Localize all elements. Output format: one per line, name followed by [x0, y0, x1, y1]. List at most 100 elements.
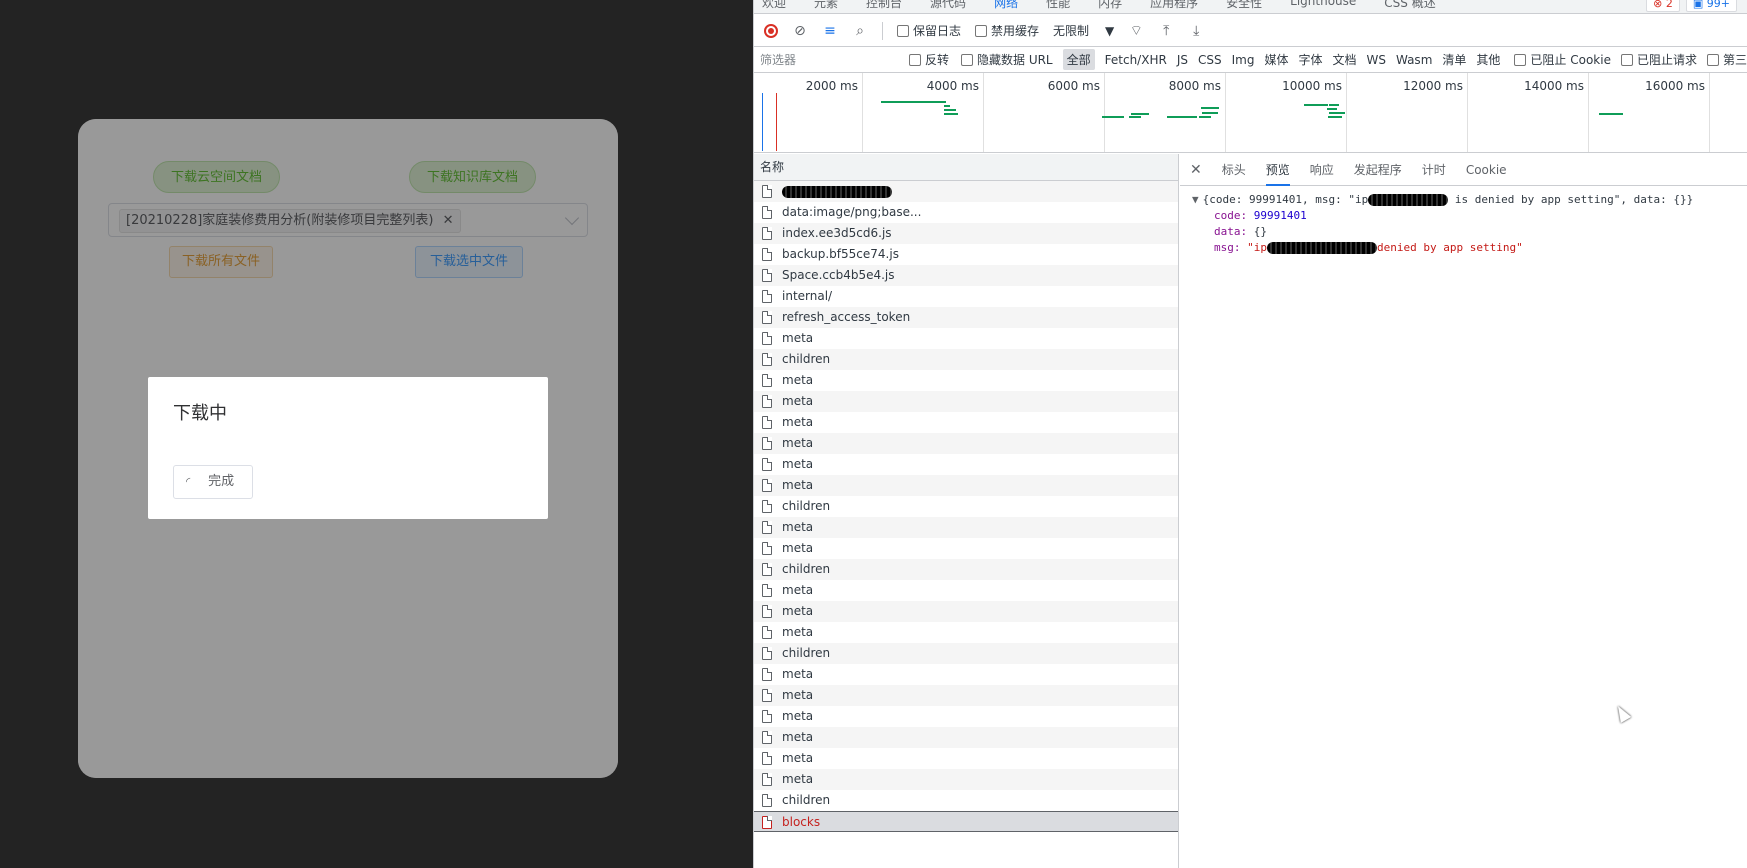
request-rows: data:image/png;base... index.ee3d5cd6.js b…	[754, 181, 1178, 832]
devtools-tab[interactable]: 应用程序	[1150, 0, 1198, 11]
preserve-log-checkbox[interactable]: 保留日志	[897, 22, 961, 39]
detail-tab[interactable]: 标头	[1222, 161, 1246, 178]
request-row[interactable]: children	[754, 559, 1178, 580]
request-row[interactable]: index.ee3d5cd6.js	[754, 223, 1178, 244]
request-row[interactable]: meta	[754, 727, 1178, 748]
filter-type[interactable]: 媒体	[1264, 51, 1288, 68]
request-row[interactable]: blocks	[754, 811, 1178, 832]
request-row[interactable]: meta	[754, 538, 1178, 559]
request-row[interactable]: meta	[754, 769, 1178, 790]
file-icon	[762, 584, 772, 597]
request-row[interactable]: children	[754, 349, 1178, 370]
timeline-request-bar	[1327, 108, 1337, 110]
filter-type[interactable]: Fetch/XHR	[1105, 53, 1167, 67]
close-icon[interactable]: ✕	[1190, 162, 1202, 178]
request-row[interactable]: meta	[754, 601, 1178, 622]
export-har-icon[interactable]: ⤓	[1188, 23, 1204, 39]
request-row[interactable]: backup.bf55ce74.js	[754, 244, 1178, 265]
toolbar-divider	[882, 21, 883, 40]
import-har-icon[interactable]: ⤒	[1158, 23, 1174, 39]
preview-summary-row[interactable]: ▼ {code: 99991401, msg: "ip is denied by …	[1192, 192, 1736, 208]
devtools-tab[interactable]: 安全性	[1226, 0, 1262, 11]
request-row[interactable]: meta	[754, 370, 1178, 391]
request-row[interactable]: Space.ccb4b5e4.js	[754, 265, 1178, 286]
request-row[interactable]: internal/	[754, 286, 1178, 307]
request-name: meta	[782, 541, 814, 555]
record-icon[interactable]	[764, 23, 778, 38]
request-row[interactable]: meta	[754, 706, 1178, 727]
filter-type[interactable]: CSS	[1198, 53, 1222, 67]
info-count-badge[interactable]: ▣ 99+	[1685, 0, 1737, 12]
request-row[interactable]: children	[754, 496, 1178, 517]
error-count-badge[interactable]: ⊗ 2	[1646, 0, 1680, 12]
request-row[interactable]: children	[754, 643, 1178, 664]
clear-icon[interactable]: ⊘	[792, 23, 808, 39]
filter-all[interactable]: 全部	[1062, 49, 1095, 70]
request-row[interactable]: meta	[754, 580, 1178, 601]
file-icon	[762, 668, 772, 681]
devtools-tabbar: 欢迎 元素 控制台 源代码 网络 性能 内存 应用程序 安全性 Lighthouse CSS 概述 …	[754, 0, 1747, 14]
filter-type[interactable]: Img	[1232, 53, 1255, 67]
search-icon[interactable]: ⌕	[852, 23, 868, 39]
network-conditions-icon[interactable]: ⌔	[1128, 23, 1144, 39]
timeline-request-bar	[1102, 116, 1124, 118]
invert-checkbox[interactable]: 反转	[908, 51, 949, 68]
blocked-cookies-checkbox[interactable]: 已阻止 Cookie	[1514, 51, 1611, 68]
disable-cache-checkbox[interactable]: 禁用缓存	[975, 22, 1039, 39]
network-filterbar: 筛选器 反转 隐藏数据 URL 全部 Fetch/XHR JS CSS Img 媒体 字体…	[754, 47, 1747, 73]
expand-triangle-icon[interactable]: ▼	[1192, 193, 1199, 206]
request-row[interactable]	[754, 181, 1178, 202]
request-row[interactable]: meta	[754, 475, 1178, 496]
filter-type[interactable]: 字体	[1298, 51, 1322, 68]
done-button[interactable]: ◜ 完成	[173, 465, 253, 499]
request-name: index.ee3d5cd6.js	[782, 226, 892, 240]
devtools-tab[interactable]: 网络	[994, 0, 1018, 11]
throttling-select[interactable]: 无限制 ▼	[1053, 22, 1114, 39]
request-row[interactable]: meta	[754, 433, 1178, 454]
request-row[interactable]: children	[754, 790, 1178, 811]
request-row[interactable]: meta	[754, 412, 1178, 433]
detail-tab[interactable]: 预览	[1265, 161, 1290, 186]
request-row[interactable]: meta	[754, 748, 1178, 769]
detail-tab[interactable]: 响应	[1310, 161, 1334, 178]
detail-tab[interactable]: 计时	[1422, 161, 1446, 178]
request-row[interactable]: meta	[754, 622, 1178, 643]
request-row[interactable]: meta	[754, 391, 1178, 412]
request-row[interactable]: meta	[754, 664, 1178, 685]
detail-tab[interactable]: Cookie	[1466, 163, 1507, 177]
filter-type[interactable]: Wasm	[1396, 53, 1432, 67]
hide-data-urls-checkbox[interactable]: 隐藏数据 URL	[961, 51, 1053, 68]
throttling-value: 无限制	[1053, 24, 1090, 38]
devtools-tab[interactable]: 控制台	[866, 0, 902, 11]
filter-type[interactable]: 清单	[1442, 51, 1466, 68]
detail-tab[interactable]: 发起程序	[1354, 161, 1402, 178]
devtools-tab[interactable]: 欢迎	[762, 0, 786, 11]
third-party-checkbox[interactable]: 第三	[1706, 51, 1747, 68]
request-row[interactable]: meta	[754, 685, 1178, 706]
devtools-tab[interactable]: 元素	[814, 0, 838, 11]
filter-icon[interactable]: ≡	[822, 23, 838, 39]
request-row[interactable]: meta	[754, 517, 1178, 538]
devtools-tab[interactable]: CSS 概述	[1384, 0, 1435, 11]
blocked-cookies-label: 已阻止 Cookie	[1530, 53, 1611, 67]
filter-type[interactable]: 其他	[1476, 51, 1500, 68]
name-column-header[interactable]: 名称	[754, 154, 1178, 181]
network-overview-timeline[interactable]: 2000 ms 4000 ms 6000 ms 8000 ms 10000 ms 1200…	[754, 73, 1747, 153]
devtools-tab[interactable]: 源代码	[930, 0, 966, 11]
request-row[interactable]: meta	[754, 454, 1178, 475]
filter-type[interactable]: JS	[1177, 53, 1188, 67]
blocked-requests-checkbox[interactable]: 已阻止请求	[1620, 51, 1697, 68]
file-icon	[762, 563, 772, 576]
request-row[interactable]: data:image/png;base...	[754, 202, 1178, 223]
preview-summary-start: {code: 99991401, msg: "ip	[1202, 193, 1369, 206]
devtools-tab[interactable]: 内存	[1098, 0, 1122, 11]
timeline-request-bar	[1202, 112, 1218, 114]
filter-type[interactable]: 文档	[1332, 51, 1356, 68]
filter-type[interactable]: WS	[1367, 53, 1386, 67]
request-row[interactable]: refresh_access_token	[754, 307, 1178, 328]
app-content: 下载云空间文档 下载知识库文档 [20210228]家庭装修费用分析(附装修项目…	[78, 119, 618, 778]
filter-input[interactable]: 筛选器	[760, 51, 909, 68]
devtools-tab[interactable]: 性能	[1046, 0, 1070, 11]
devtools-tab[interactable]: Lighthouse	[1290, 0, 1356, 11]
request-row[interactable]: meta	[754, 328, 1178, 349]
